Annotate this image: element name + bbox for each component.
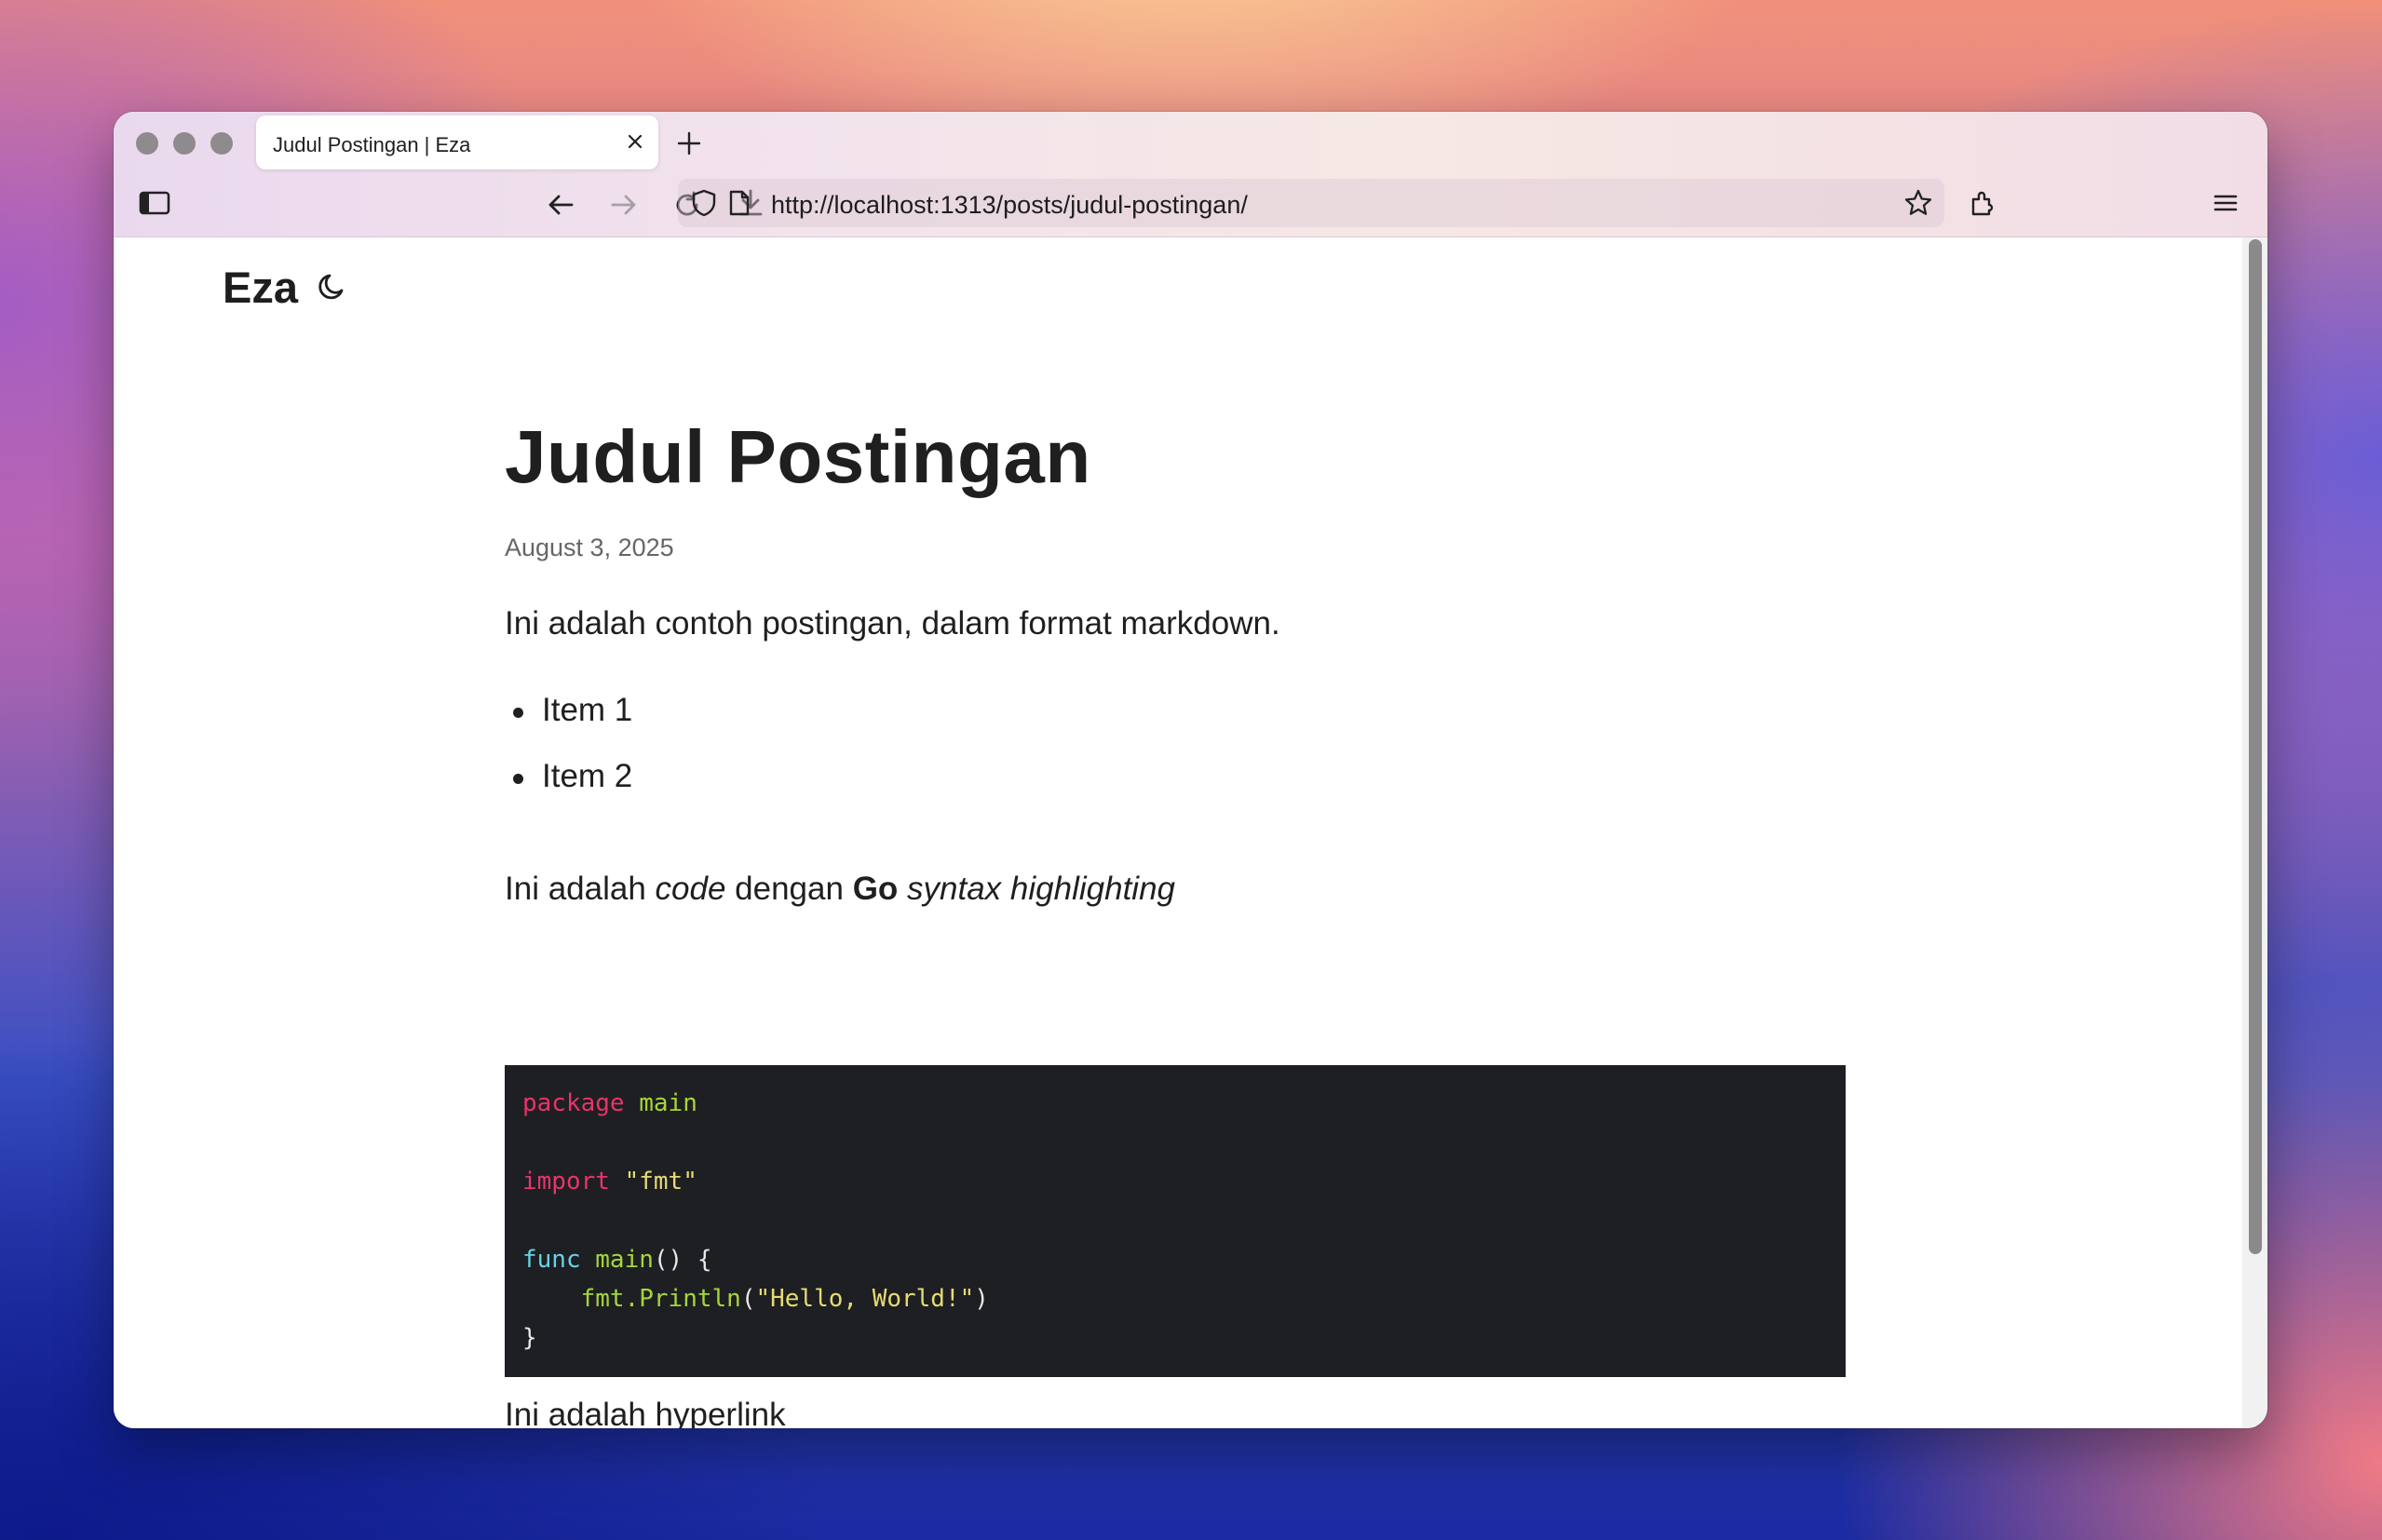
code-identifier: main xyxy=(639,1089,697,1117)
browser-chrome: Judul Postingan | Eza http://localhost:1… xyxy=(114,112,2267,237)
scrollbar[interactable] xyxy=(2242,237,2267,1428)
sidebar-icon[interactable] xyxy=(134,182,175,223)
text-segment: dengan xyxy=(725,871,853,907)
post-title: Judul Postingan xyxy=(505,415,1091,498)
code-function: main xyxy=(595,1246,654,1274)
code-punct: ( xyxy=(740,1285,756,1313)
close-tab-icon[interactable] xyxy=(623,129,647,154)
emphasis-syntax: syntax highlighting xyxy=(907,871,1175,907)
code-keyword: func xyxy=(522,1246,581,1274)
active-tab[interactable]: Judul Postingan | Eza xyxy=(256,115,658,169)
forward-arrow-icon[interactable] xyxy=(603,184,644,225)
url-text[interactable]: http://localhost:1313/posts/judul-postin… xyxy=(771,191,1248,220)
code-keyword: import xyxy=(522,1168,610,1196)
minimize-window-button[interactable] xyxy=(173,132,196,155)
bookmark-star-icon[interactable] xyxy=(1903,188,1933,223)
window-controls xyxy=(136,132,233,155)
strong-go: Go xyxy=(852,871,899,907)
list-item: Item 2 xyxy=(505,758,632,824)
scrollbar-thumb[interactable] xyxy=(2249,239,2262,1254)
code-string: "fmt" xyxy=(624,1168,697,1196)
page-icon[interactable] xyxy=(728,190,751,221)
menu-icon[interactable] xyxy=(2205,182,2246,223)
extensions-icon[interactable] xyxy=(1963,182,2004,223)
code-keyword: package xyxy=(522,1089,625,1117)
hyperlink[interactable]: hyperlink xyxy=(655,1397,786,1428)
code-block[interactable]: package main import "fmt" func main() { … xyxy=(505,1065,1846,1377)
browser-window: Judul Postingan | Eza http://localhost:1… xyxy=(114,112,2267,1428)
emphasis-code: code xyxy=(655,871,726,907)
tab-title: Judul Postingan | Eza xyxy=(273,133,471,156)
code-string: "Hello, World!" xyxy=(755,1285,975,1313)
page-content: Eza Judul Postingan August 3, 2025 Ini a… xyxy=(114,237,2242,1428)
code-intro-paragraph: Ini adalah code dengan Go syntax highlig… xyxy=(505,871,1175,908)
post-date: August 3, 2025 xyxy=(505,534,674,561)
link-paragraph: Ini adalah hyperlink xyxy=(505,1397,786,1428)
text-segment xyxy=(898,871,907,907)
text-segment: Ini adalah xyxy=(505,871,656,907)
intro-paragraph: Ini adalah contoh postingan, dalam forma… xyxy=(505,605,1280,642)
code-function: fmt.Println xyxy=(580,1285,741,1313)
text-segment: Ini adalah xyxy=(505,1397,656,1428)
close-window-button[interactable] xyxy=(136,132,158,155)
site-title[interactable]: Eza xyxy=(223,262,298,313)
zoom-window-button[interactable] xyxy=(210,132,233,155)
code-punct: () { xyxy=(653,1246,712,1274)
address-bar[interactable]: http://localhost:1313/posts/judul-postin… xyxy=(678,179,1944,227)
back-arrow-icon[interactable] xyxy=(540,184,581,225)
list-item: Item 1 xyxy=(505,692,632,758)
dark-mode-toggle-icon[interactable] xyxy=(317,271,348,307)
shield-icon[interactable] xyxy=(691,189,717,222)
item-list: Item 1 Item 2 xyxy=(505,692,632,824)
new-tab-icon[interactable] xyxy=(672,127,706,160)
code-punct: ) xyxy=(974,1285,989,1313)
code-punct: } xyxy=(522,1324,537,1352)
